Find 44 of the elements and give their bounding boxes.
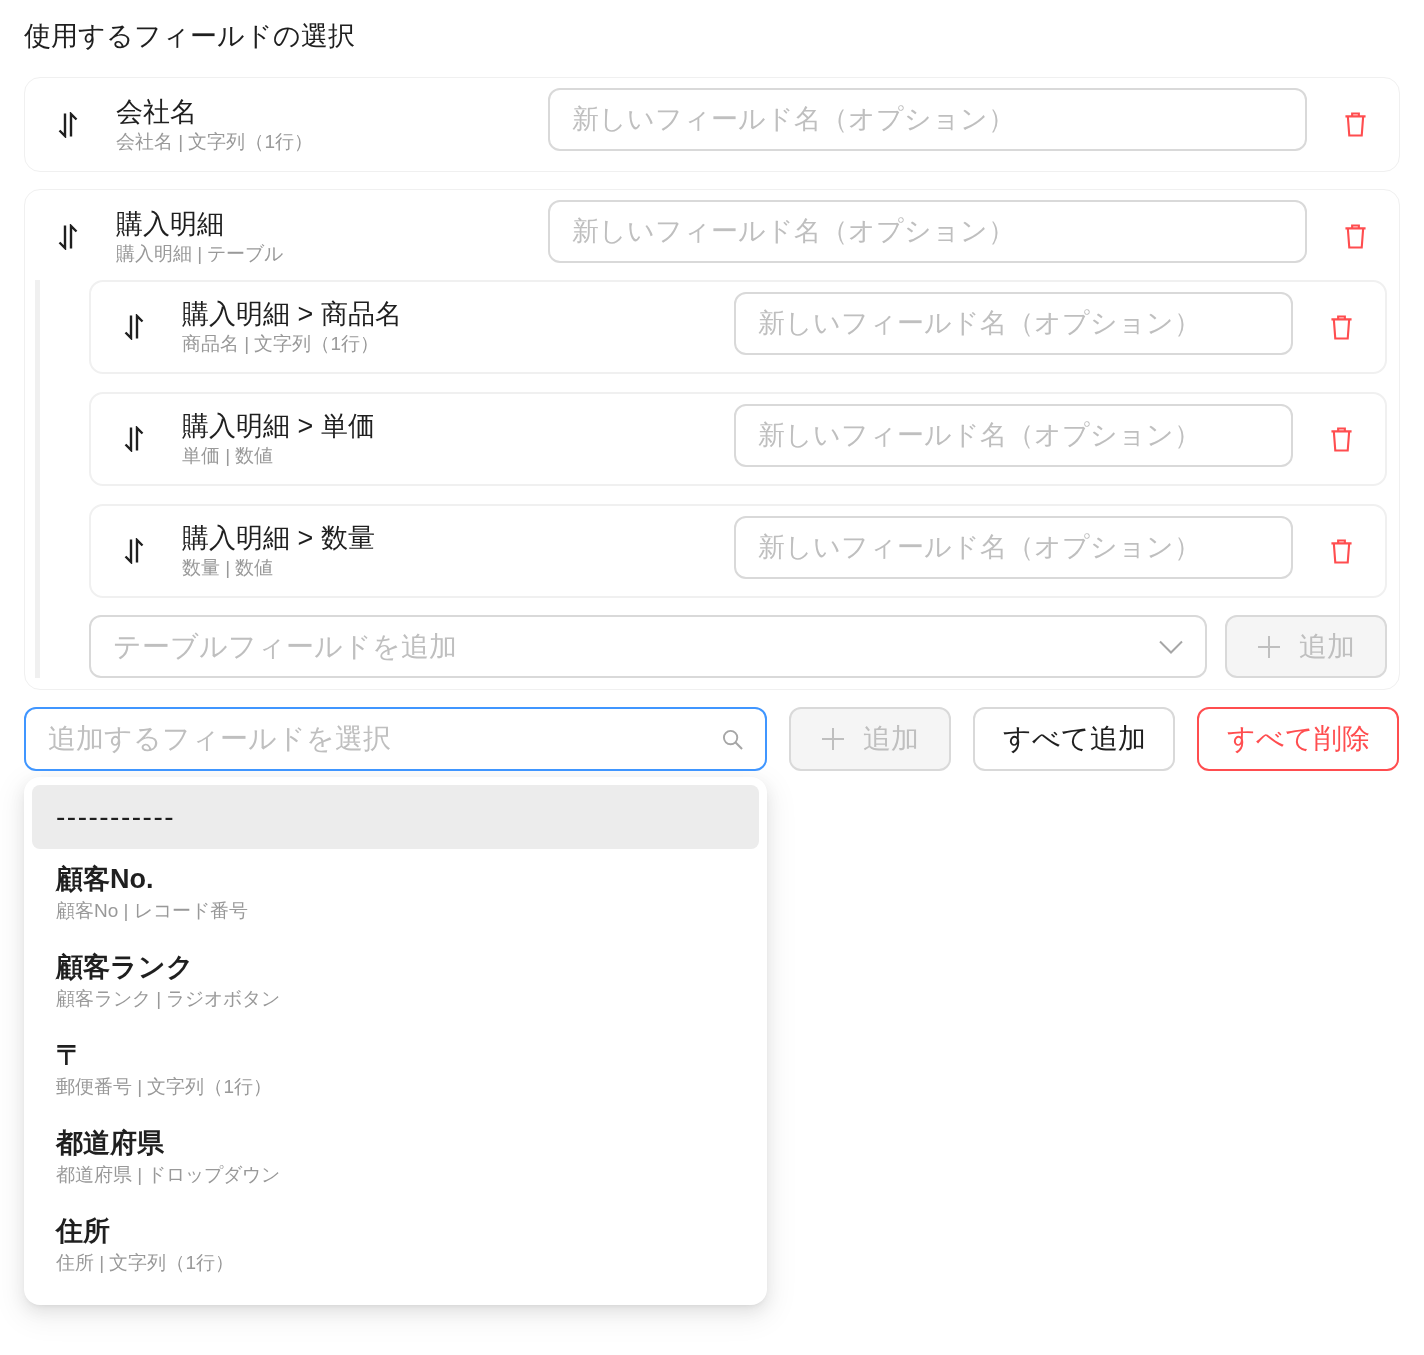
trash-icon: [1343, 224, 1367, 249]
field-detail: 商品名 | 文字列（1行）: [182, 332, 381, 356]
dropdown-option[interactable]: -----------: [32, 785, 759, 849]
field-name: 購入明細: [116, 207, 225, 241]
trash-icon: [1329, 538, 1353, 564]
trash-icon: [1343, 112, 1367, 137]
field-name-input[interactable]: 新しいフィールド名（オプション）: [734, 516, 1293, 579]
plus-icon: [821, 727, 845, 751]
trash-icon: [1329, 314, 1353, 340]
field-name: 購入明細 > 単価: [182, 410, 376, 443]
option-name: 住所: [56, 1215, 110, 1248]
option-name: 顧客ランク: [56, 951, 194, 984]
field-search-input[interactable]: 追加するフィールドを選択: [24, 707, 767, 771]
section-title: 使用するフィールドの選択: [24, 20, 356, 53]
up-down-arrows-icon[interactable]: [123, 314, 145, 340]
option-detail: 顧客ランク | ラジオボタン: [56, 987, 281, 1011]
field-name-input[interactable]: 新しいフィールド名（オプション）: [548, 88, 1307, 151]
option-detail: 都道府県 | ドロップダウン: [56, 1163, 281, 1187]
search-icon: [722, 729, 743, 750]
up-down-arrows-icon[interactable]: [123, 426, 145, 452]
up-down-arrows-icon[interactable]: [57, 223, 79, 250]
field-detail: 数量 | 数値: [182, 556, 275, 580]
option-detail: 郵便番号 | 文字列（1行）: [56, 1075, 273, 1099]
field-name: 会社名: [116, 95, 198, 129]
trash-icon: [1329, 426, 1353, 452]
field-name-input[interactable]: 新しいフィールド名（オプション）: [548, 200, 1307, 263]
field-detail: 単価 | 数値: [182, 444, 275, 468]
plus-icon: [1257, 634, 1281, 659]
chevron-down-icon: [1159, 640, 1183, 654]
field-name-input[interactable]: 新しいフィールド名（オプション）: [734, 404, 1293, 467]
option-name: 顧客No.: [56, 863, 154, 896]
up-down-arrows-icon[interactable]: [57, 111, 79, 138]
option-name: 都道府県: [56, 1127, 164, 1160]
option-detail: 住所 | 文字列（1行）: [56, 1251, 235, 1275]
field-detail: 購入明細 | テーブル: [116, 241, 285, 266]
field-name: 購入明細 > 商品名: [182, 298, 403, 331]
option-detail: 顧客No | レコード番号: [56, 899, 248, 923]
add-all-button[interactable]: すべて追加: [973, 707, 1175, 771]
table-field-select[interactable]: テーブルフィールドを追加: [89, 615, 1207, 678]
field-detail: 会社名 | 文字列（1行）: [116, 129, 315, 154]
field-name: 購入明細 > 数量: [182, 522, 376, 555]
option-name: 〒: [56, 1039, 83, 1072]
field-name-input[interactable]: 新しいフィールド名（オプション）: [734, 292, 1293, 355]
up-down-arrows-icon[interactable]: [123, 538, 145, 564]
